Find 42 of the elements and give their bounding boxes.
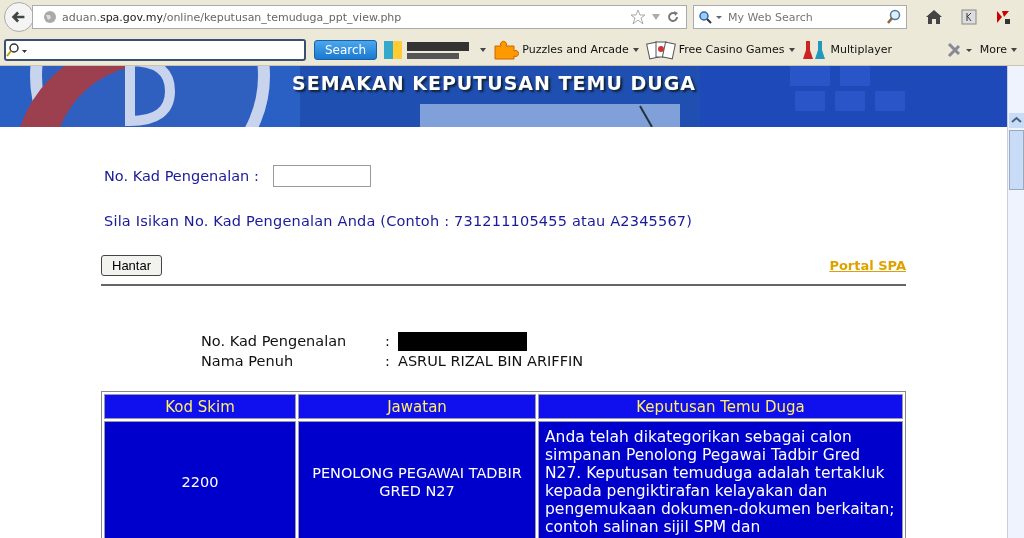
- back-button[interactable]: [4, 2, 34, 32]
- toolbar-item[interactable]: Multiplayer: [801, 39, 892, 60]
- toolbar-item[interactable]: Puzzles and Arcade: [493, 39, 640, 60]
- column-header: Keputusan Temu Duga: [538, 394, 903, 419]
- caret-icon: [1010, 46, 1018, 53]
- star-icon[interactable]: [630, 9, 646, 25]
- flasks-icon: [801, 39, 828, 60]
- scrollbar[interactable]: [1007, 66, 1024, 538]
- field-value: ASRUL RIZAL BIN ARIFFIN: [398, 352, 584, 371]
- scroll-up-icon[interactable]: [1008, 113, 1024, 128]
- url-text: aduan.spa.gov.my/online/keputusan_temuduga_ppt_view.php: [62, 10, 402, 24]
- column-header: Kod Skim: [104, 394, 296, 419]
- search-icon: [6, 42, 28, 57]
- reload-icon[interactable]: [666, 10, 680, 24]
- puzzle-icon: [493, 39, 520, 60]
- field-separator: :: [385, 352, 391, 371]
- field-separator: :: [385, 332, 391, 351]
- address-bar[interactable]: aduan.spa.gov.my/online/keputusan_temuduga_ppt_view.php: [32, 5, 687, 29]
- hint-text: Sila Isikan No. Kad Pengenalan Anda (Contoh : 731211105455 atau A2345567): [104, 213, 694, 229]
- table-cell: PENOLONG PEGAWAI TADBIR GRED N27: [298, 421, 536, 538]
- dropdown-icon[interactable]: [479, 46, 488, 53]
- home-icon[interactable]: [925, 9, 943, 25]
- column-header: Jawatan: [298, 394, 536, 419]
- table-cell: Anda telah dikategorikan sebagai calon simpanan Penolong Pegawai Tadbir Gred N27. Keputusan temuduga adalah tertakluk kepada pengiktirafan kelayakan dan pengemukaan dokumen-dokumen berkaitan; contoh salinan sijil SPM dan: [538, 421, 903, 538]
- cards-icon: [645, 39, 676, 60]
- id-label: No. Kad Pengenalan :: [104, 168, 259, 184]
- field-label: Nama Penuh: [201, 352, 295, 371]
- toolbar-search-field[interactable]: [4, 38, 306, 61]
- more-menu[interactable]: More: [979, 43, 1018, 56]
- banner-title: SEMAKAN KEPUTUSAN TEMU DUGA: [292, 72, 696, 94]
- id-input-field[interactable]: [272, 165, 371, 187]
- submit-button[interactable]: Hantar: [101, 255, 163, 276]
- globe-icon: [43, 10, 57, 24]
- search-icon: [698, 10, 724, 24]
- search-icon[interactable]: [886, 9, 902, 25]
- toolbar-item[interactable]: Free Casino Games: [645, 39, 796, 60]
- keyboard-key-icon[interactable]: [961, 9, 977, 25]
- scrollbar-thumb[interactable]: [1008, 130, 1024, 190]
- tools-icon[interactable]: [945, 40, 974, 59]
- field-label: No. Kad Pengenalan: [201, 332, 348, 351]
- web-search-field[interactable]: My Web Search: [693, 5, 907, 29]
- table-cell: 2200: [104, 421, 296, 538]
